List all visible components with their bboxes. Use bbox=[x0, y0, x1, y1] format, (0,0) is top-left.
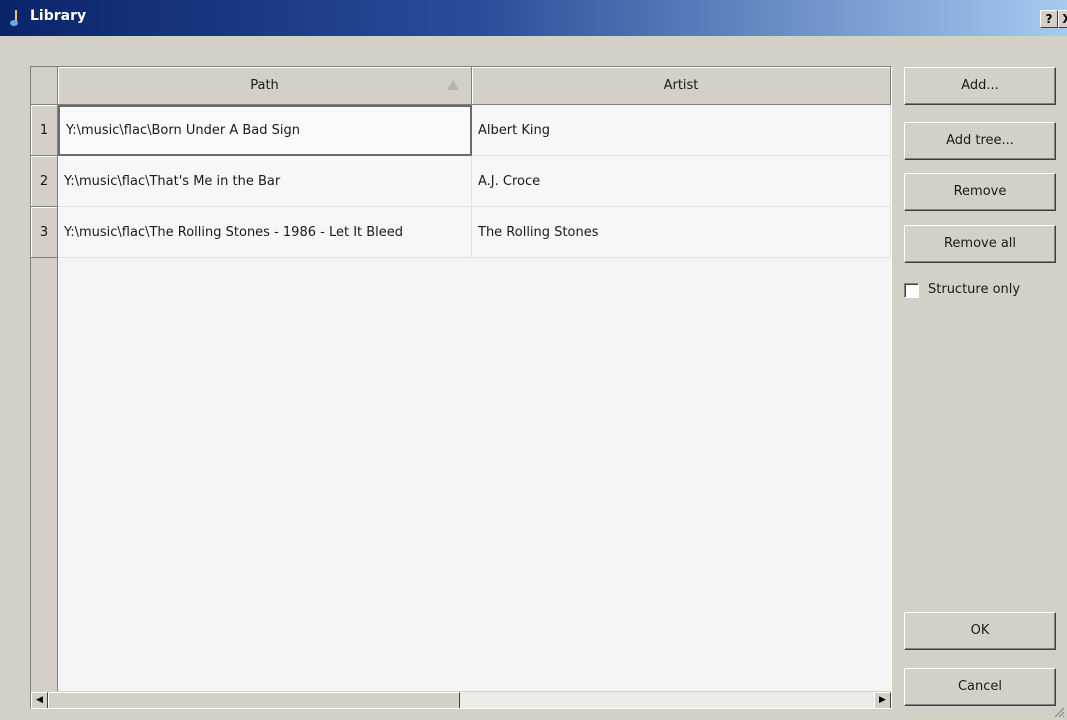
remove-all-button[interactable]: Remove all bbox=[904, 225, 1056, 263]
sort-ascending-icon bbox=[447, 80, 459, 90]
help-button[interactable]: ? bbox=[1040, 10, 1058, 28]
library-dialog: Library ? X Path Artist 1 Y:\music\flac\… bbox=[0, 0, 1067, 720]
cell-path-3[interactable]: Y:\music\flac\The Rolling Stones - 1986 … bbox=[58, 207, 472, 258]
add-tree-button[interactable]: Add tree... bbox=[904, 122, 1056, 160]
title-bar[interactable]: Library ? X bbox=[0, 0, 1067, 36]
cell-artist-1[interactable]: Albert King bbox=[472, 105, 891, 156]
resize-grip-icon[interactable] bbox=[1053, 706, 1065, 718]
structure-only-checkbox[interactable] bbox=[904, 283, 919, 298]
row-header-3[interactable]: 3 bbox=[31, 207, 58, 258]
column-header-artist-label: Artist bbox=[663, 78, 699, 93]
horizontal-scrollbar[interactable]: ◀ ▶ bbox=[31, 691, 891, 708]
ok-button[interactable]: OK bbox=[904, 612, 1056, 650]
add-button[interactable]: Add... bbox=[904, 67, 1056, 105]
column-header-path-label: Path bbox=[250, 78, 279, 93]
cancel-button[interactable]: Cancel bbox=[904, 668, 1056, 706]
window-title: Library bbox=[30, 8, 87, 24]
library-table[interactable]: Path Artist 1 Y:\music\flac\Born Under A… bbox=[30, 66, 892, 709]
structure-only-option[interactable]: Structure only bbox=[904, 280, 1064, 302]
close-button[interactable]: X bbox=[1058, 10, 1067, 28]
column-header-path[interactable]: Path bbox=[58, 67, 472, 105]
app-icon bbox=[10, 10, 18, 26]
structure-only-label[interactable]: Structure only bbox=[928, 282, 1020, 297]
column-header-artist[interactable]: Artist bbox=[472, 67, 891, 105]
row-header-gutter bbox=[31, 258, 58, 693]
scroll-right-icon[interactable]: ▶ bbox=[874, 692, 891, 708]
cell-artist-3[interactable]: The Rolling Stones bbox=[472, 207, 891, 258]
cell-path-2[interactable]: Y:\music\flac\That's Me in the Bar bbox=[58, 156, 472, 207]
row-header-1[interactable]: 1 bbox=[31, 105, 58, 156]
row-header-2[interactable]: 2 bbox=[31, 156, 58, 207]
scroll-left-icon[interactable]: ◀ bbox=[31, 692, 48, 708]
cell-artist-2[interactable]: A.J. Croce bbox=[472, 156, 891, 207]
table-corner[interactable] bbox=[31, 67, 58, 105]
remove-button[interactable]: Remove bbox=[904, 173, 1056, 211]
scroll-thumb[interactable] bbox=[48, 692, 460, 708]
cell-path-1[interactable]: Y:\music\flac\Born Under A Bad Sign bbox=[58, 105, 472, 156]
